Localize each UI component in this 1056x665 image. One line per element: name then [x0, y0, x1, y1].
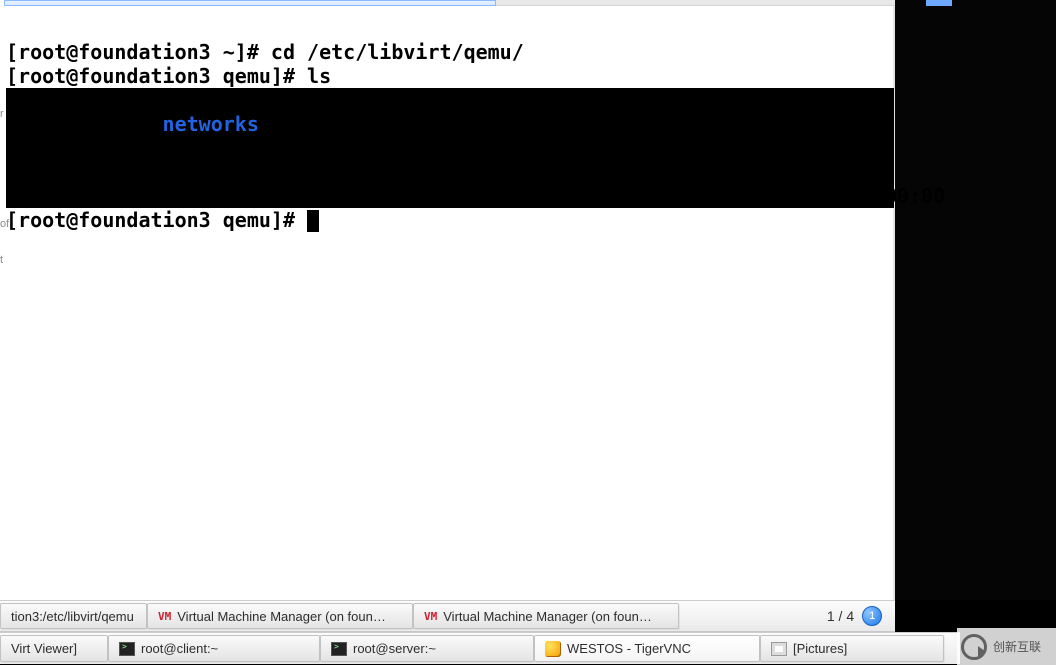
- taskbar-item-label: Virtual Machine Manager (on foun…: [443, 609, 652, 624]
- vmm-icon: VM: [424, 610, 437, 623]
- window-list-row-2: Virt Viewer] root@client:~ root@server:~…: [0, 632, 960, 664]
- taskbar-item-tigervnc[interactable]: WESTOS - TigerVNC: [534, 635, 760, 662]
- vmm-icon: VM: [158, 610, 171, 623]
- taskbar-item-client-term[interactable]: root@client:~: [108, 635, 320, 662]
- top-tab-highlight: [4, 0, 496, 6]
- taskbar-item-label: Virtual Machine Manager (on foun…: [177, 609, 386, 624]
- watermark-glyph-icon: [961, 634, 987, 660]
- vnc-viewport[interactable]: r of t [root@foundation3 ~]# cd /etc/lib…: [0, 0, 895, 600]
- shell-prompt: [root@foundation3 ~]#: [6, 40, 271, 64]
- shell-command: scp wxx.xml root@172.25.254.4:/mnt/: [307, 136, 728, 160]
- taskbar-item-vmm[interactable]: VM Virtual Machine Manager (on foun…: [413, 603, 679, 629]
- ls-output-row: desktop.xml jx.sh rhel7.0-2.xml server.x…: [6, 88, 632, 112]
- taskbar-item-terminal[interactable]: tion3:/etc/libvirt/qemu: [0, 603, 147, 629]
- vnc-blank-region: [895, 0, 1056, 600]
- watermark-logo: 创新互联: [957, 628, 1056, 665]
- terminal-icon: [119, 642, 135, 656]
- terminal-cursor: [307, 210, 319, 232]
- shell-command: cd /etc/libvirt/qemu/: [271, 40, 524, 64]
- taskbar-item-label: root@client:~: [141, 641, 218, 656]
- taskbar-item-label: [Pictures]: [793, 641, 847, 656]
- pager-text: 1 / 4: [827, 608, 854, 624]
- obscured-text: r: [0, 108, 4, 120]
- shell-prompt: [root@foundation3 qemu]#: [6, 136, 307, 160]
- tiny-highlight: [926, 0, 952, 6]
- obscured-text: t: [0, 254, 3, 266]
- taskbar-item-label: Virt Viewer]: [11, 641, 77, 656]
- shell-command: ls: [307, 64, 331, 88]
- window-list-row-1: tion3:/etc/libvirt/qemu VM Virtual Machi…: [0, 600, 895, 632]
- ls-output-row: generic.xml networks root@172.25.254.4 w…: [6, 112, 596, 136]
- scp-progress-line: wxx.xml 100% 4067 4.0KB/s 00:00: [6, 184, 945, 208]
- watermark-text: 创新互联: [993, 638, 1041, 655]
- taskbar-item-label: tion3:/etc/libvirt/qemu: [11, 609, 134, 624]
- terminal-icon: [331, 642, 347, 656]
- taskbar-item-label: root@server:~: [353, 641, 436, 656]
- workspace-pager[interactable]: 1 / 4 1: [814, 600, 895, 632]
- shell-prompt: [root@foundation3 qemu]#: [6, 64, 307, 88]
- taskbar-item-server-term[interactable]: root@server:~: [320, 635, 534, 662]
- ls-directory-link: networks: [163, 112, 259, 136]
- shell-prompt: [root@foundation3 qemu]#: [6, 208, 307, 232]
- folder-icon: [771, 642, 787, 656]
- taskbar-item-virt-viewer[interactable]: Virt Viewer]: [0, 635, 108, 662]
- taskbar-item-pictures[interactable]: [Pictures]: [760, 635, 944, 662]
- taskbar-item-vmm[interactable]: VM Virtual Machine Manager (on foun…: [147, 603, 413, 629]
- top-tab-grey: [496, 0, 895, 6]
- tigervnc-icon: [545, 641, 561, 657]
- taskbar-item-label: WESTOS - TigerVNC: [567, 641, 691, 656]
- pager-badge: 1: [862, 606, 882, 626]
- scp-password-prompt: root@172.25.254.4's password:: [6, 160, 355, 184]
